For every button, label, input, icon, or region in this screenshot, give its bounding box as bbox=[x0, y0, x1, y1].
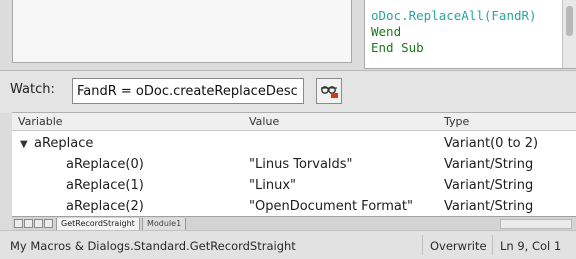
variable-type: Variant/String bbox=[444, 178, 534, 193]
watch-variables-tree[interactable]: Variable Value Type ▼ aReplace Variant(0… bbox=[12, 112, 576, 217]
module-tab-strip: GetRecordStraight Module1 bbox=[12, 216, 576, 231]
column-header-value[interactable]: Value bbox=[249, 115, 279, 128]
tree-row[interactable]: aReplace(0) "Linus Torvalds" Variant/Str… bbox=[12, 155, 576, 176]
column-header-variable[interactable]: Variable bbox=[18, 115, 63, 128]
scrollbar-thumb[interactable] bbox=[566, 6, 573, 36]
first-tab-button[interactable] bbox=[14, 219, 23, 228]
code-line-2[interactable]: Wend bbox=[371, 24, 401, 39]
editor-vertical-scrollbar[interactable] bbox=[562, 0, 576, 68]
status-separator bbox=[422, 235, 423, 255]
variable-name: aReplace(1) bbox=[66, 178, 144, 193]
variable-name: aReplace(0) bbox=[66, 157, 144, 172]
variable-type: Variant(0 to 2) bbox=[444, 136, 539, 151]
last-tab-button[interactable] bbox=[44, 219, 53, 228]
status-bar: My Macros & Dialogs.Standard.GetRecordSt… bbox=[0, 230, 576, 259]
tree-header: Variable Value Type bbox=[12, 113, 576, 131]
tree-row[interactable]: aReplace(1) "Linux" Variant/String bbox=[12, 176, 576, 197]
variable-value: "OpenDocument Format" bbox=[249, 199, 413, 214]
variable-name: aReplace(2) bbox=[66, 199, 144, 214]
tree-row[interactable]: ▼ aReplace Variant(0 to 2) bbox=[12, 134, 576, 155]
horizontal-scrollbar[interactable] bbox=[500, 219, 572, 229]
previous-tab-button[interactable] bbox=[24, 219, 33, 228]
insert-mode[interactable]: Overwrite bbox=[430, 239, 487, 253]
variable-value: "Linus Torvalds" bbox=[249, 157, 353, 172]
watch-expression-input[interactable] bbox=[72, 78, 304, 104]
column-header-type[interactable]: Type bbox=[444, 115, 469, 128]
variable-type: Variant/String bbox=[444, 157, 534, 172]
code-line-1[interactable]: oDoc.ReplaceAll(FandR) bbox=[371, 8, 537, 23]
tree-row[interactable]: aReplace(2) "OpenDocument Format" Varian… bbox=[12, 197, 576, 217]
expand-triangle-icon[interactable]: ▼ bbox=[20, 139, 28, 150]
status-separator bbox=[492, 235, 493, 255]
variable-value: "Linux" bbox=[249, 178, 296, 193]
variable-type: Variant/String bbox=[444, 199, 534, 214]
basic-ide-window: oDoc.ReplaceAll(FandR) Wend End Sub Watc… bbox=[0, 0, 576, 259]
library-path: My Macros & Dialogs.Standard.GetRecordSt… bbox=[10, 239, 296, 253]
code-editor[interactable]: oDoc.ReplaceAll(FandR) Wend End Sub bbox=[364, 0, 576, 69]
code-line-3[interactable]: End Sub bbox=[371, 40, 424, 55]
remove-watch-icon bbox=[321, 86, 338, 98]
remove-watch-button[interactable] bbox=[316, 78, 342, 104]
variable-name: aReplace bbox=[34, 136, 94, 151]
next-tab-button[interactable] bbox=[34, 219, 43, 228]
cursor-position: Ln 9, Col 1 bbox=[500, 239, 562, 253]
watch-toolbar: Watch: bbox=[0, 70, 576, 113]
watch-label: Watch: bbox=[10, 82, 55, 97]
object-catalog-pane bbox=[12, 0, 352, 63]
